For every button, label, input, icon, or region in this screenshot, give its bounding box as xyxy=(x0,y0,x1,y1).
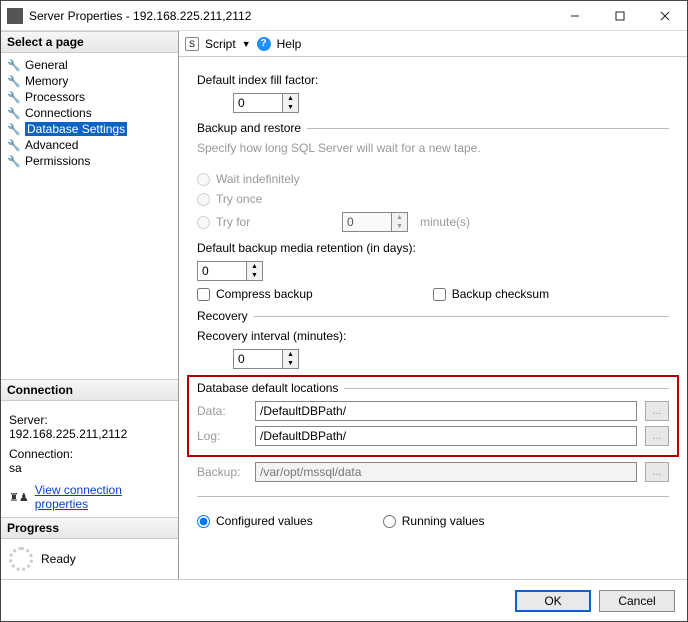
retention-label: Default backup media retention (in days)… xyxy=(197,241,416,255)
page-item-general[interactable]: 🔧General xyxy=(3,57,176,73)
maximize-button[interactable] xyxy=(597,1,642,30)
select-page-header: Select a page xyxy=(1,31,178,53)
connection-info: Server: 192.168.225.211,2112 Connection:… xyxy=(1,401,178,517)
recovery-interval-input[interactable]: ▲▼ xyxy=(233,349,299,369)
script-button[interactable]: Script xyxy=(205,37,236,51)
recovery-interval-value[interactable] xyxy=(234,350,282,368)
page-item-permissions[interactable]: 🔧Permissions xyxy=(3,153,176,169)
window-title: Server Properties - 192.168.225.211,2112 xyxy=(29,9,552,23)
help-icon: ? xyxy=(257,37,271,51)
retention-input[interactable]: ▲▼ xyxy=(197,261,263,281)
cancel-button[interactable]: Cancel xyxy=(599,590,675,612)
spin-up-icon[interactable]: ▲ xyxy=(283,94,298,103)
server-label: Server: xyxy=(9,413,170,427)
page-item-database-settings[interactable]: 🔧Database Settings xyxy=(3,121,176,137)
log-path-label: Log: xyxy=(197,429,247,443)
wrench-icon: 🔧 xyxy=(7,59,21,72)
wait-indefinitely-radio xyxy=(197,173,210,186)
retention-value[interactable] xyxy=(198,262,246,280)
backup-path-input[interactable] xyxy=(255,462,637,482)
fill-factor-label: Default index fill factor: xyxy=(197,73,318,87)
backup-restore-header: Backup and restore xyxy=(197,121,301,135)
wrench-icon: 🔧 xyxy=(7,139,21,152)
connection-properties-icon: ♜♟ xyxy=(9,491,29,504)
close-button[interactable] xyxy=(642,1,687,30)
page-item-memory[interactable]: 🔧Memory xyxy=(3,73,176,89)
compress-backup-label: Compress backup xyxy=(216,287,313,301)
spin-up-icon: ▲ xyxy=(392,213,407,222)
progress-spinner-icon xyxy=(9,547,33,571)
server-value: 192.168.225.211,2112 xyxy=(9,427,170,441)
try-for-label: Try for xyxy=(216,215,336,229)
spin-down-icon[interactable]: ▼ xyxy=(247,271,262,280)
connection-label: Connection: xyxy=(9,447,170,461)
minimize-button[interactable] xyxy=(552,1,597,30)
try-once-radio xyxy=(197,193,210,206)
fill-factor-value[interactable] xyxy=(234,94,282,112)
data-path-label: Data: xyxy=(197,404,247,418)
left-panel: Select a page 🔧General 🔧Memory 🔧Processo… xyxy=(1,31,179,579)
wait-indefinitely-label: Wait indefinitely xyxy=(216,172,300,186)
compress-backup-checkbox[interactable] xyxy=(197,288,210,301)
backup-hint: Specify how long SQL Server will wait fo… xyxy=(197,141,481,155)
recovery-header: Recovery xyxy=(197,309,248,323)
browse-backup-button[interactable]: ... xyxy=(645,462,669,482)
connection-header: Connection xyxy=(1,379,178,401)
ok-button[interactable]: OK xyxy=(515,590,591,612)
try-once-label: Try once xyxy=(216,192,262,206)
page-list: 🔧General 🔧Memory 🔧Processors 🔧Connection… xyxy=(1,53,178,173)
fill-factor-input[interactable]: ▲▼ xyxy=(233,93,299,113)
titlebar: Server Properties - 192.168.225.211,2112 xyxy=(1,1,687,31)
dialog-footer: OK Cancel xyxy=(1,579,687,621)
try-for-radio xyxy=(197,216,210,229)
backup-checksum-label: Backup checksum xyxy=(452,287,549,301)
backup-checksum-checkbox[interactable] xyxy=(433,288,446,301)
minutes-label: minute(s) xyxy=(420,215,470,229)
backup-path-label: Backup: xyxy=(197,465,247,479)
db-locations-header: Database default locations xyxy=(197,381,338,395)
spin-down-icon[interactable]: ▼ xyxy=(283,359,298,368)
db-default-locations-highlight: Database default locations Data: ... Log… xyxy=(187,375,679,457)
script-icon: S xyxy=(185,37,199,51)
configured-values-radio[interactable] xyxy=(197,515,210,528)
try-for-value xyxy=(343,213,391,231)
wrench-icon: 🔧 xyxy=(7,91,21,104)
browse-data-button[interactable]: ... xyxy=(645,401,669,421)
script-dropdown-icon[interactable]: ▼ xyxy=(242,39,251,49)
running-values-label: Running values xyxy=(402,514,485,528)
wrench-icon: 🔧 xyxy=(7,123,21,136)
server-properties-window: Server Properties - 192.168.225.211,2112… xyxy=(0,0,688,622)
help-button[interactable]: Help xyxy=(277,37,302,51)
spin-down-icon: ▼ xyxy=(392,222,407,231)
page-item-advanced[interactable]: 🔧Advanced xyxy=(3,137,176,153)
browse-log-button[interactable]: ... xyxy=(645,426,669,446)
try-for-minutes-input: ▲▼ xyxy=(342,212,408,232)
progress-status-box: Ready xyxy=(1,539,178,579)
configured-values-label: Configured values xyxy=(216,514,313,528)
log-path-input[interactable] xyxy=(255,426,637,446)
page-item-connections[interactable]: 🔧Connections xyxy=(3,105,176,121)
app-icon xyxy=(7,8,23,24)
progress-status-text: Ready xyxy=(41,552,76,566)
toolbar: S Script ▼ ? Help xyxy=(179,31,687,57)
spin-up-icon[interactable]: ▲ xyxy=(247,262,262,271)
spin-down-icon[interactable]: ▼ xyxy=(283,103,298,112)
progress-header: Progress xyxy=(1,517,178,539)
spin-up-icon[interactable]: ▲ xyxy=(283,350,298,359)
view-connection-properties-link[interactable]: View connection properties xyxy=(35,483,170,511)
wrench-icon: 🔧 xyxy=(7,107,21,120)
content-panel: S Script ▼ ? Help Default index fill fac… xyxy=(179,31,687,579)
connection-value: sa xyxy=(9,461,170,475)
data-path-input[interactable] xyxy=(255,401,637,421)
wrench-icon: 🔧 xyxy=(7,75,21,88)
recovery-interval-label: Recovery interval (minutes): xyxy=(197,329,346,343)
running-values-radio[interactable] xyxy=(383,515,396,528)
page-item-processors[interactable]: 🔧Processors xyxy=(3,89,176,105)
wrench-icon: 🔧 xyxy=(7,155,21,168)
